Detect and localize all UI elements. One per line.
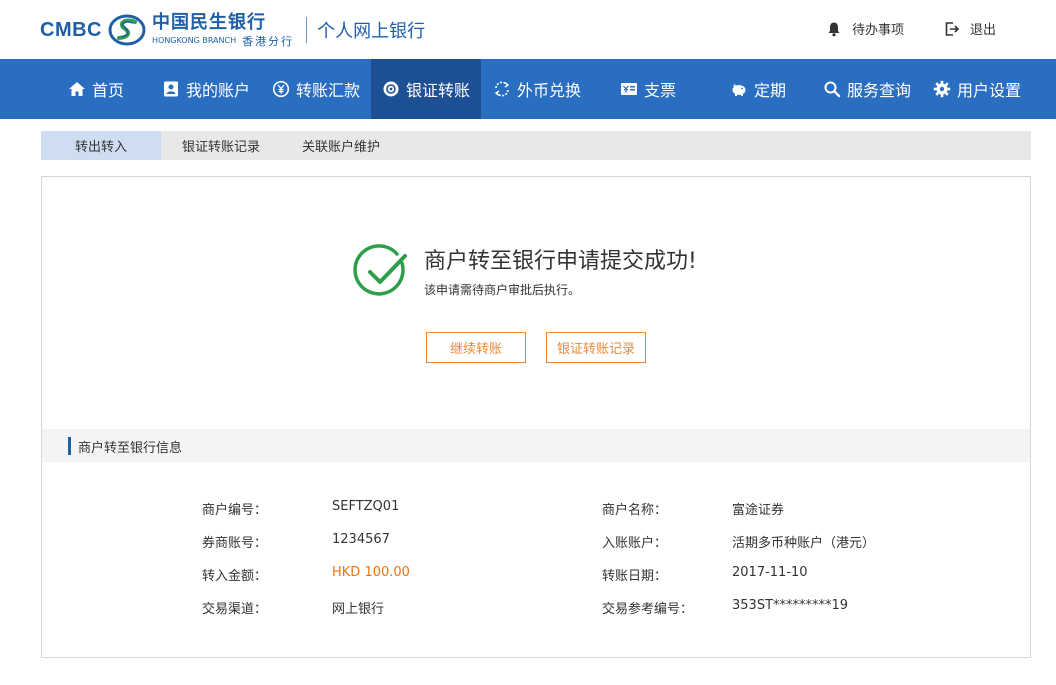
site-title: 个人网上银行 [317, 21, 426, 42]
credit-account-label: 入账账户： [602, 536, 668, 551]
gear-icon [933, 80, 951, 98]
merchant-id-label: 商户编号： [202, 503, 268, 518]
nav-label-user-settings: 用户设置 [956, 81, 1021, 100]
logo-chinese: 中国民生银行 HONGKONG BRANCH 香港分行 [152, 11, 294, 47]
nav-label-bank-securities: 银证转账 [405, 81, 470, 100]
section-accent-bar [68, 437, 71, 455]
nav-label-fixed-deposit: 定期 [753, 81, 786, 100]
transfer-records-button[interactable]: 银证转账记录 [546, 332, 646, 363]
search-icon [824, 81, 841, 98]
todo-label: 待办事项 [852, 23, 905, 38]
success-subtitle: 该申请需待商户审批后执行。 [424, 283, 581, 297]
bank-securities-icon [383, 81, 399, 97]
main-nav: 首页 我的账户 转账汇款 银证转账 外币兑换 支票 定期 服务查询 用户设置 [0, 59, 1056, 119]
channel-value: 网上银行 [332, 602, 385, 617]
logo-branch-en: HONGKONG BRANCH [152, 36, 237, 45]
sub-nav: 转出转入 银证转账记录 关联账户维护 [41, 131, 1031, 160]
nav-item-fx-exchange[interactable]: 外币兑换 [481, 59, 593, 119]
reference-number-label: 交易参考编号： [602, 602, 694, 617]
nav-label-service-inquiry: 服务查询 [846, 81, 911, 100]
exchange-icon [494, 81, 510, 97]
nav-item-user-settings[interactable]: 用户设置 [924, 59, 1030, 119]
cmbc-emblem-icon [108, 14, 146, 46]
nav-label-cheque: 支票 [643, 81, 676, 100]
cheque-icon [620, 83, 637, 95]
nav-label-home: 首页 [91, 81, 124, 100]
logout-label: 退出 [970, 23, 997, 38]
nav-item-cheque[interactable]: 支票 [604, 59, 692, 119]
credit-account-value: 活期多币种账户（港元） [732, 536, 876, 551]
broker-account-value: 1234567 [332, 532, 390, 547]
logo-branch-cn: 香港分行 [242, 34, 295, 48]
nav-label-fx-exchange: 外币兑换 [516, 81, 581, 100]
home-icon [68, 82, 85, 96]
piggy-bank-icon [732, 84, 746, 96]
nav-item-home[interactable]: 首页 [41, 59, 151, 119]
logout-link[interactable]: 退出 [944, 19, 996, 38]
transfer-date-value: 2017-11-10 [732, 565, 808, 580]
channel-label: 交易渠道： [202, 602, 268, 617]
merchant-id-value: SEFTZQ01 [332, 499, 400, 514]
reference-number-value: 353ST*********19 [732, 598, 849, 613]
details-section-header: 商户转至银行信息 [42, 429, 1030, 462]
account-icon [163, 81, 178, 97]
result-panel: 商户转至银行申请提交成功! 该申请需待商户审批后执行。 继续转账 银证转账记录 … [41, 176, 1031, 658]
subnav-label: 关联账户维护 [301, 140, 380, 155]
todo-link[interactable]: 待办事项 [826, 19, 904, 38]
logo-branch: HONGKONG BRANCH 香港分行 [152, 36, 294, 47]
logo-cmbc-text: CMBC [40, 18, 102, 41]
amount-label: 转入金额： [202, 569, 268, 584]
success-message: 商户转至银行申请提交成功! 该申请需待商户审批后执行。 [353, 243, 783, 303]
nav-label-my-accounts: 我的账户 [185, 81, 250, 100]
bell-icon [828, 22, 840, 36]
yen-transfer-icon [272, 80, 290, 98]
subnav-tab-transfer-records[interactable]: 银证转账记录 [166, 131, 276, 160]
transfer-date-label: 转账日期： [602, 569, 668, 584]
subnav-tab-linked-accounts[interactable]: 关联账户维护 [286, 131, 396, 160]
amount-value: HKD 100.00 [332, 565, 410, 580]
nav-item-my-accounts[interactable]: 我的账户 [151, 59, 261, 119]
continue-transfer-button[interactable]: 继续转账 [426, 332, 526, 363]
success-check-icon [353, 244, 407, 296]
success-title: 商户转至银行申请提交成功! [424, 249, 697, 274]
nav-label-transfer: 转账汇款 [295, 81, 360, 100]
nav-item-transfer[interactable]: 转账汇款 [261, 59, 371, 119]
logout-icon [945, 21, 960, 36]
logo-bank-name: 中国民生银行 [152, 11, 266, 33]
subnav-tab-transfer-in-out[interactable]: 转出转入 [41, 131, 161, 160]
nav-item-fixed-deposit[interactable]: 定期 [714, 59, 802, 119]
logo-divider [306, 17, 308, 43]
broker-account-label: 券商账号： [202, 536, 268, 551]
top-header: CMBC 中国民生银行 HONGKONG BRANCH 香港分行 个人网上银行 … [0, 0, 1056, 59]
bank-logo[interactable]: CMBC 中国民生银行 HONGKONG BRANCH 香港分行 个人网上银行 [40, 8, 425, 52]
nav-item-service-inquiry[interactable]: 服务查询 [814, 59, 920, 119]
subnav-label: 银证转账记录 [181, 140, 260, 155]
subnav-label: 转出转入 [74, 140, 127, 155]
merchant-name-label: 商户名称： [602, 503, 668, 518]
nav-item-bank-securities[interactable]: 银证转账 [371, 59, 481, 119]
merchant-name-value: 富途证券 [732, 503, 785, 518]
section-title: 商户转至银行信息 [78, 441, 183, 456]
